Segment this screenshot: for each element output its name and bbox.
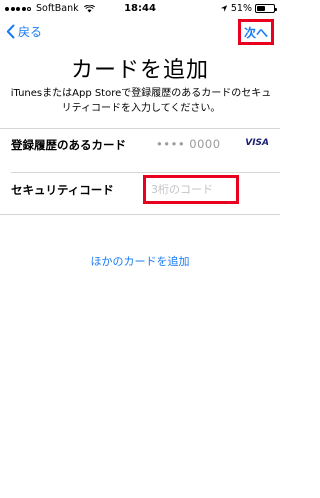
chevron-left-icon bbox=[6, 24, 15, 39]
security-code-input[interactable] bbox=[143, 175, 239, 204]
battery-icon bbox=[255, 4, 277, 13]
navigation-bar: 戻る 次へ bbox=[0, 18, 280, 46]
status-right: 51% bbox=[220, 3, 277, 14]
visa-logo: VISA bbox=[245, 138, 269, 148]
registered-card-label: 登録履歴のあるカード bbox=[11, 138, 126, 152]
next-button[interactable]: 次へ bbox=[238, 19, 274, 45]
registered-card-row[interactable]: 登録履歴のあるカード •••• 0000 VISA bbox=[0, 128, 280, 160]
back-button[interactable]: 戻る bbox=[6, 23, 42, 40]
masked-card-number: •••• 0000 bbox=[156, 137, 221, 151]
page-title: カードを追加 bbox=[70, 58, 209, 83]
battery-percent: 51% bbox=[230, 3, 252, 14]
divider-bottom bbox=[0, 214, 280, 215]
next-label: 次へ bbox=[243, 25, 268, 40]
location-icon bbox=[220, 5, 228, 12]
status-bar: SoftBank 18:44 51% bbox=[0, 0, 280, 18]
battery-fill bbox=[257, 6, 266, 11]
security-code-label: セキュリティコード bbox=[11, 183, 114, 197]
page-description: iTunesまたはApp Storeで登録履歴のあるカードのセキュリティコードを… bbox=[10, 88, 272, 114]
back-label: 戻る bbox=[18, 25, 43, 39]
add-other-card-link[interactable]: ほかのカードを追加 bbox=[0, 253, 280, 269]
